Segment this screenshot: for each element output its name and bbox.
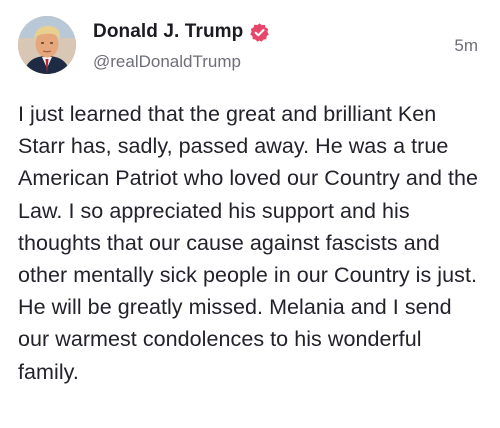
- avatar[interactable]: [18, 16, 76, 74]
- post-card: Donald J. Trump @realDonaldTrump 5m I ju…: [0, 0, 500, 428]
- verified-badge-icon: [249, 22, 270, 43]
- post-body-text: I just learned that the great and brilli…: [18, 102, 479, 384]
- post-timestamp[interactable]: 5m: [454, 36, 478, 56]
- author-display-name[interactable]: Donald J. Trump: [93, 21, 243, 43]
- author-name-row: Donald J. Trump: [93, 21, 270, 43]
- avatar-photo: [18, 16, 76, 74]
- author-handle[interactable]: @realDonaldTrump: [93, 52, 241, 72]
